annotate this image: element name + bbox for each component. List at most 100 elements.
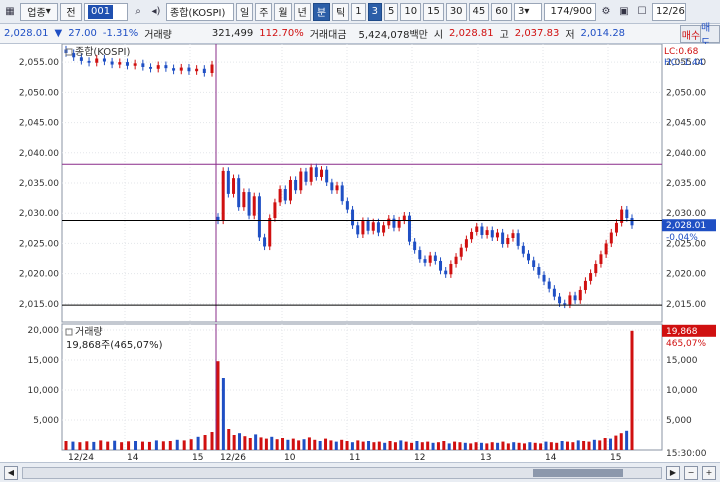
candle-body (278, 189, 282, 203)
candle-body (407, 215, 411, 242)
minute-45[interactable]: 45 (468, 2, 490, 21)
volume-bar (350, 442, 354, 450)
scroll-thumb[interactable] (533, 468, 623, 477)
minute-10[interactable]: 10 (400, 2, 422, 21)
volume-bar (243, 436, 247, 450)
minute-60[interactable]: 60 (491, 2, 513, 21)
minute-5[interactable]: 5 (383, 2, 399, 21)
price-tick-left: 2,020.00 (19, 270, 59, 280)
period-day[interactable]: 일 (236, 2, 254, 21)
volume-sub-legend: 19,868주(465,07%) (66, 340, 163, 351)
candle-body (397, 220, 401, 228)
settings-icon[interactable]: ⚙ (598, 3, 614, 21)
candle-body (470, 231, 474, 240)
period-minute[interactable]: 분 (312, 2, 331, 21)
period-year[interactable]: 년 (293, 2, 311, 21)
current-price-tag-text: 2,028.01 (666, 221, 706, 231)
hc-label: HC:-1.44 (664, 58, 704, 68)
save-icon[interactable]: ▣ (616, 3, 632, 21)
candle-body (351, 209, 355, 226)
chart-area[interactable]: 2,015.00 2,015.00 2,020.00 2,020.00 2,025.00… (0, 44, 720, 462)
volume-bar (549, 442, 553, 450)
candle-body (547, 281, 551, 289)
candle-body (202, 68, 206, 74)
volume-bar (479, 442, 483, 450)
volume-bar (619, 433, 623, 450)
volume-bar (565, 441, 569, 450)
volume-bar (490, 442, 494, 450)
period-tick[interactable]: 틱 (332, 2, 350, 21)
count-field[interactable]: 174/900 (544, 2, 597, 21)
volume-bar (275, 439, 279, 450)
scroll-track[interactable] (22, 466, 662, 479)
volume-bar (367, 441, 371, 450)
buy-button[interactable]: 매수 (680, 25, 702, 43)
volume-bar (608, 438, 612, 450)
volume-bar (630, 330, 634, 450)
scroll-right-icon[interactable]: ▶ (666, 465, 680, 480)
volume-bar (571, 442, 575, 450)
checkbox-icon[interactable]: ☐ (634, 3, 650, 21)
jeon-button[interactable]: 전 (60, 2, 82, 21)
volume-bar (324, 438, 328, 450)
date-field[interactable]: 12/26 (652, 2, 687, 21)
minute-15[interactable]: 15 (423, 2, 444, 21)
candle-body (532, 260, 536, 268)
x-label: 15 (610, 453, 621, 462)
price-tick-right: 2,050.00 (666, 88, 706, 98)
minute-30[interactable]: 30 (445, 2, 467, 21)
period-month[interactable]: 월 (274, 2, 292, 21)
zoom-in-icon[interactable]: + (702, 465, 716, 480)
volume-tick-right: 15,000 (666, 356, 698, 366)
candle-body (361, 221, 365, 235)
amount-label: 거래대금 (309, 30, 347, 41)
volume-bar (544, 441, 548, 450)
volume-bar (270, 436, 274, 450)
candle-body (625, 209, 629, 219)
bottom-scroll-bar: ◀ ▶ − + (0, 462, 720, 482)
candle-body (273, 202, 277, 219)
volume-bar (281, 438, 285, 450)
candle-body (537, 267, 541, 275)
volume-bar (356, 440, 360, 450)
volume-bar (501, 441, 505, 450)
candle-body (125, 62, 129, 66)
volume-bar (485, 443, 489, 450)
candle-body (439, 260, 443, 271)
volume-bar (442, 441, 446, 450)
candle-body (382, 225, 386, 233)
volume-bar (587, 441, 591, 450)
volume-bar (154, 440, 158, 450)
period-week[interactable]: 주 (255, 2, 273, 21)
candle-body (247, 192, 251, 216)
volume-bar (318, 441, 322, 450)
volume-bar (576, 440, 580, 450)
volume-bar (522, 443, 526, 450)
volume-bar (127, 441, 131, 450)
volume-tick-right: 10,000 (666, 386, 698, 396)
volume-bar (447, 443, 451, 450)
candle-body (521, 245, 525, 254)
volume-bar (120, 442, 124, 450)
grid-icon[interactable]: ▦ (2, 3, 18, 21)
candle-body (268, 218, 272, 247)
sell-button[interactable]: 매도 (700, 23, 720, 49)
minute-3[interactable]: 3 (367, 2, 382, 21)
volume-tick-right: 5,000 (666, 416, 692, 426)
volume-tick-left: 5,000 (33, 416, 59, 426)
candle-body (413, 241, 417, 251)
minute-1[interactable]: 1 (351, 2, 366, 21)
search-icon[interactable]: ⌕ (130, 3, 146, 21)
scroll-left-icon[interactable]: ◀ (4, 465, 18, 480)
zoom-out-icon[interactable]: − (684, 465, 698, 480)
speaker-icon[interactable]: ◂) (148, 3, 164, 21)
minute-select[interactable]: 3 ▾ (514, 2, 543, 21)
candle-body (428, 255, 432, 263)
volume-bar (329, 440, 333, 450)
volume-bar (189, 439, 193, 450)
volume-bar (227, 429, 231, 450)
market-select[interactable]: 업종 ▾ (20, 2, 58, 21)
candle-body (87, 60, 91, 63)
candle-body (542, 274, 546, 282)
code-input[interactable]: 001 (84, 2, 128, 21)
